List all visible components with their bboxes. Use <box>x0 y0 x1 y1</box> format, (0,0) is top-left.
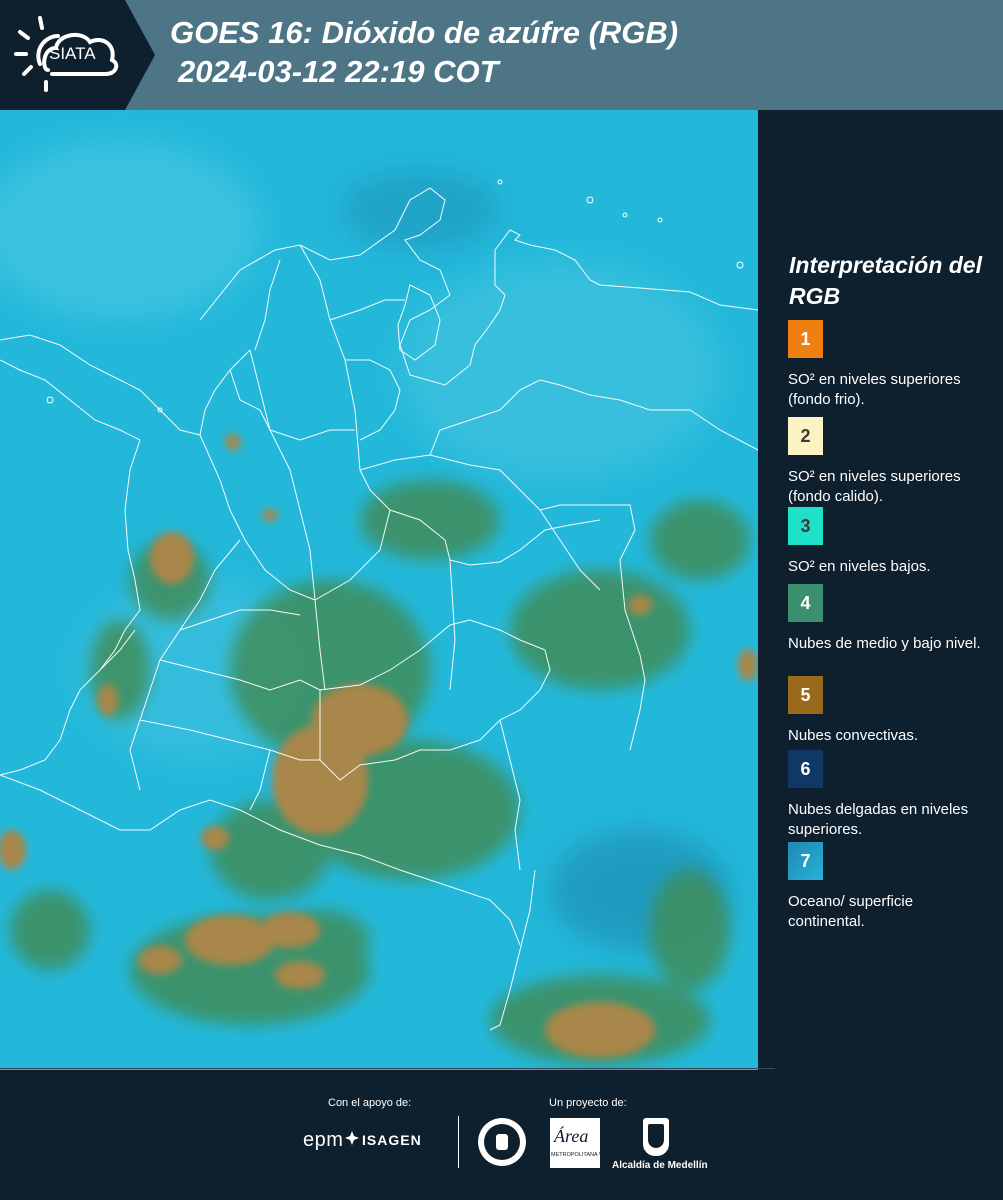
satellite-map <box>0 110 758 1070</box>
legend-title: Interpretación del RGB <box>789 252 982 309</box>
legend-item: 7 Oceano/ superficie continental. <box>788 842 993 932</box>
legend-swatch: 2 <box>788 417 823 455</box>
page-timestamp: 2024-03-12 22:19 COT <box>178 54 499 89</box>
footer-divider <box>0 1068 775 1069</box>
legend-swatch: 7 <box>788 842 823 880</box>
isagen-icon <box>345 1131 359 1145</box>
alcaldia-shield-icon <box>643 1118 669 1156</box>
legend-swatch: 6 <box>788 750 823 788</box>
page-title: GOES 16: Dióxido de azúfre (RGB) <box>170 15 679 50</box>
legend-item-label: SO² en niveles bajos. <box>788 558 931 575</box>
logo-text: SIATA <box>49 44 96 63</box>
legend-item: 2 SO² en niveles superiores (fondo calid… <box>788 417 993 517</box>
area-metropolitana-logo: Área METROPOLITANA Valle de Aburrá <box>550 1118 636 1168</box>
legend-item-label: Oceano/ superficie continental. <box>788 893 914 930</box>
siata-logo: SIATA <box>0 0 155 110</box>
legend-panel: Interpretación del RGB 1 SO² en niveles … <box>760 110 1003 1070</box>
legend-item-label: Nubes de medio y bajo nivel. <box>788 635 981 652</box>
legend-item: 5 Nubes convectivas. <box>788 676 993 746</box>
medellin-seal-icon <box>478 1118 526 1166</box>
legend-swatch: 4 <box>788 584 823 622</box>
footer: Con el apoyo de: Un proyecto de: epm ISA… <box>0 1068 1003 1200</box>
project-label: Un proyecto de: <box>549 1097 627 1109</box>
legend-item: 6 Nubes delgadas en niveles superiores. <box>788 750 993 840</box>
alcaldia-logo-text: Alcaldía de Medellín <box>612 1160 708 1171</box>
logo-divider <box>458 1116 459 1168</box>
legend-swatch: 5 <box>788 676 823 714</box>
legend-swatch: 3 <box>788 507 823 545</box>
support-label: Con el apoyo de: <box>328 1097 412 1109</box>
legend-item: 3 SO² en niveles bajos. <box>788 507 993 577</box>
header: SIATA GOES 16: Dióxido de azúfre (RGB) 2… <box>0 0 1003 110</box>
legend-item-label: SO² en niveles superiores (fondo frio). <box>788 371 961 408</box>
legend-item-label: Nubes delgadas en niveles superiores. <box>788 801 969 838</box>
isagen-logo: ISAGEN <box>362 1132 422 1148</box>
legend-item: 1 SO² en niveles superiores (fondo frio)… <box>788 320 993 410</box>
legend-swatch: 1 <box>788 320 823 358</box>
legend-item: 4 Nubes de medio y bajo nivel. <box>788 584 993 654</box>
legend-item-label: Nubes convectivas. <box>788 727 919 744</box>
epm-logo: epm <box>303 1129 344 1151</box>
